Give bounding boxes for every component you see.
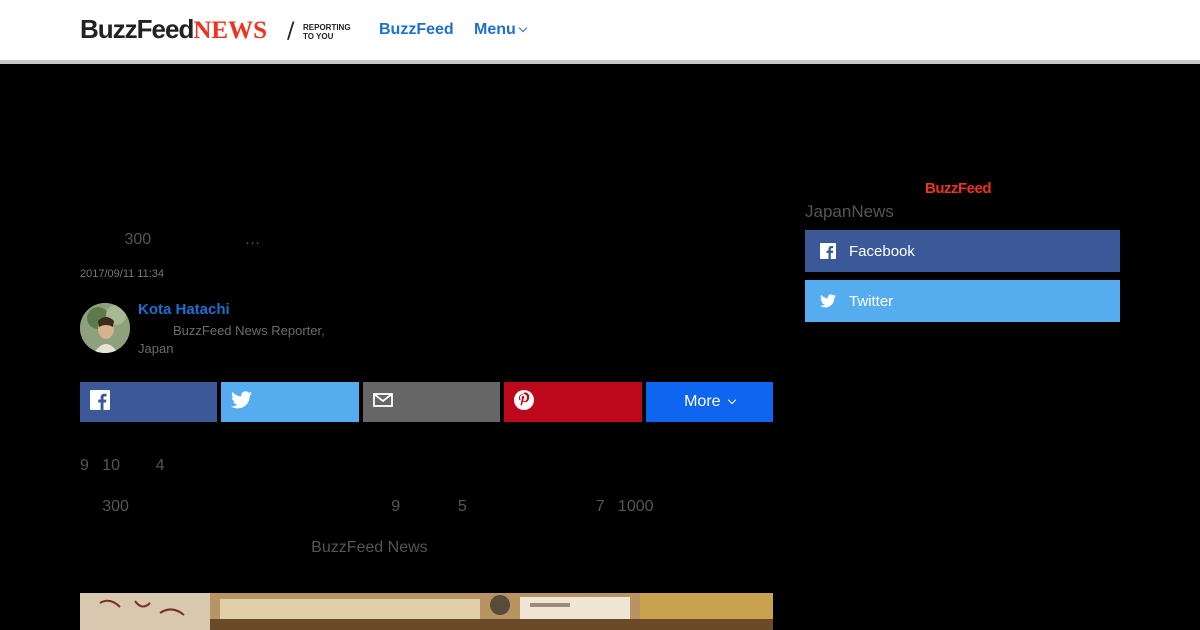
site-header: BuzzFeed NEWS / REPORTING TO YOU BuzzFee…	[0, 0, 1200, 60]
logo-news-text: NEWS	[193, 17, 267, 44]
sidebar-twitter-label: Twitter	[849, 292, 894, 310]
email-icon	[372, 392, 393, 412]
chevron-down-icon	[727, 395, 736, 405]
nav-buzzfeed-link[interactable]: BuzzFeed	[379, 21, 454, 39]
facebook-icon	[819, 242, 837, 260]
logo-tagline: REPORTING TO YOU	[303, 23, 363, 41]
buzzfeed-news-logo[interactable]: BuzzFeed NEWS / REPORTING TO YOU	[80, 14, 351, 44]
article-photo	[80, 593, 773, 630]
logo-buzzfeed-text: BuzzFeed	[80, 14, 194, 44]
author-name-link[interactable]: Kota Hatachi	[138, 301, 230, 318]
share-email-button[interactable]	[362, 382, 501, 422]
share-twitter-button[interactable]	[221, 382, 359, 422]
share-bar: More	[80, 382, 774, 422]
tagline-line1: REPORTING	[303, 23, 351, 32]
author-role: BuzzFeed News Reporter, Japan	[138, 322, 348, 358]
twitter-icon	[819, 292, 837, 310]
sidebar-handle: JapanNews	[805, 202, 894, 221]
article-body-line: 9 10 4	[80, 457, 165, 474]
nav-menu-label: Menu	[474, 21, 516, 38]
share-more-button[interactable]: More	[645, 382, 774, 422]
author-role-text: BuzzFeed News Reporter, Japan	[138, 323, 325, 356]
tagline-line2: TO YOU	[303, 32, 334, 41]
share-facebook-button[interactable]	[80, 382, 218, 422]
twitter-icon	[231, 390, 253, 414]
share-pinterest-button[interactable]	[504, 382, 642, 422]
header-divider	[0, 60, 1200, 64]
author-avatar[interactable]	[80, 303, 130, 353]
article-body-line: 300 9 5 7 1000	[80, 498, 654, 515]
sidebar-facebook-label: Facebook	[849, 242, 915, 260]
nav-menu-button[interactable]: Menu	[474, 21, 528, 39]
facebook-icon	[90, 389, 110, 415]
chevron-down-icon	[518, 23, 528, 33]
article-headline: 300 …	[80, 231, 261, 248]
pinterest-icon	[514, 389, 535, 415]
sidebar-twitter-button[interactable]: Twitter	[805, 280, 1120, 322]
logo-slash: /	[287, 19, 295, 44]
sidebar-buzzfeed-logo[interactable]: BuzzFeed	[925, 180, 992, 197]
sidebar-facebook-button[interactable]: Facebook	[805, 230, 1120, 272]
article-timestamp: 2017/09/11 11:34	[80, 268, 165, 280]
article-body-line: BuzzFeed News	[80, 539, 428, 556]
share-more-label: More	[684, 393, 721, 410]
